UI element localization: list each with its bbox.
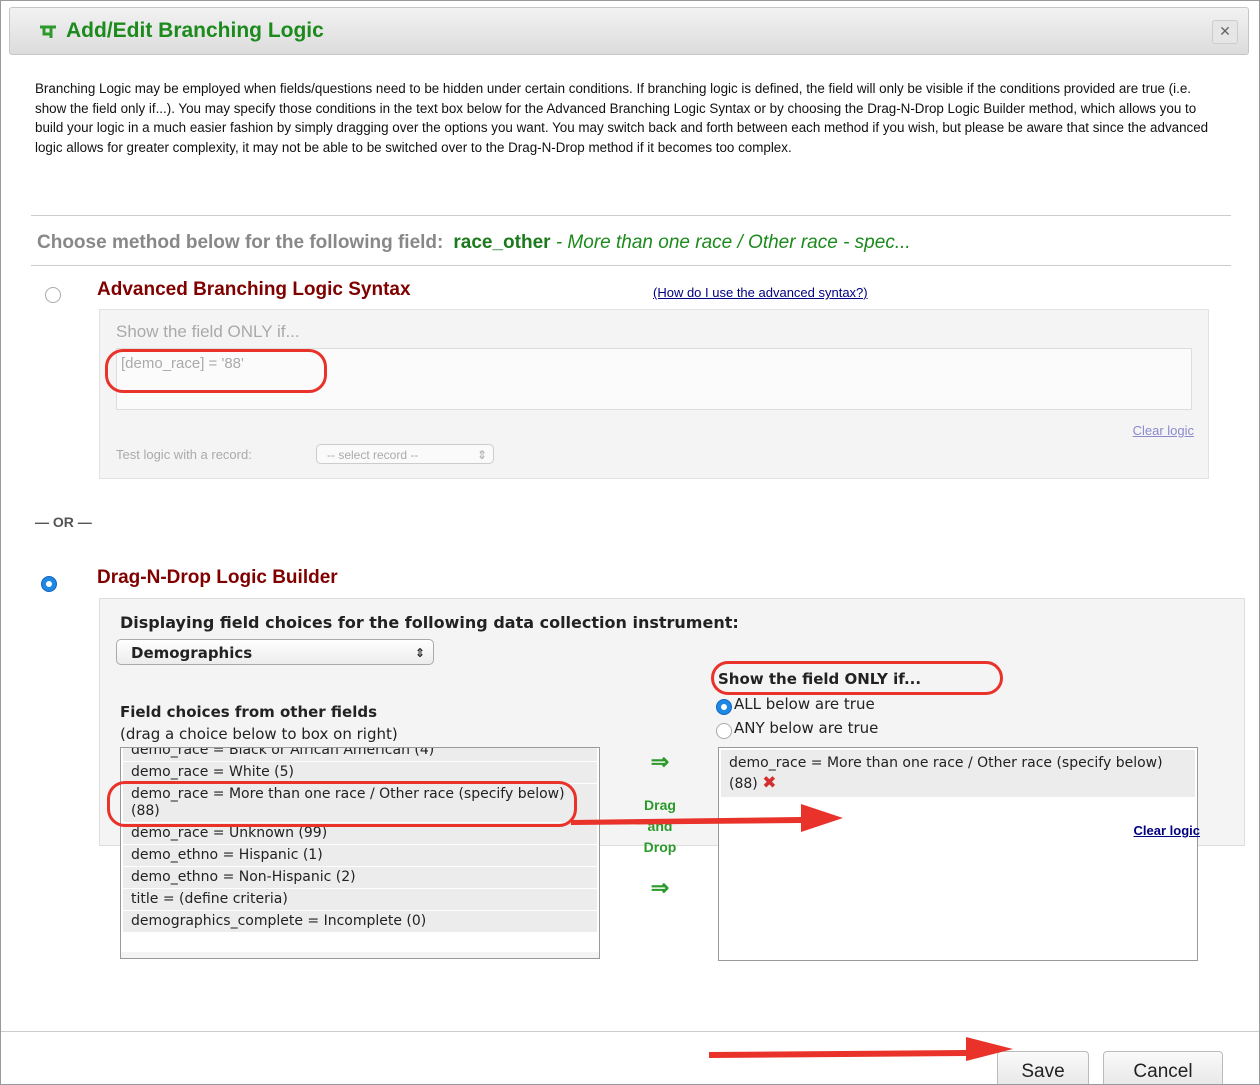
save-annotation-arrow [709, 1037, 1013, 1061]
annotation-arrows [571, 804, 1013, 1061]
drag-annotation-arrow [571, 804, 843, 832]
branching-logic-dialog: Add/Edit Branching Logic ✕ Branching Log… [0, 0, 1260, 1085]
